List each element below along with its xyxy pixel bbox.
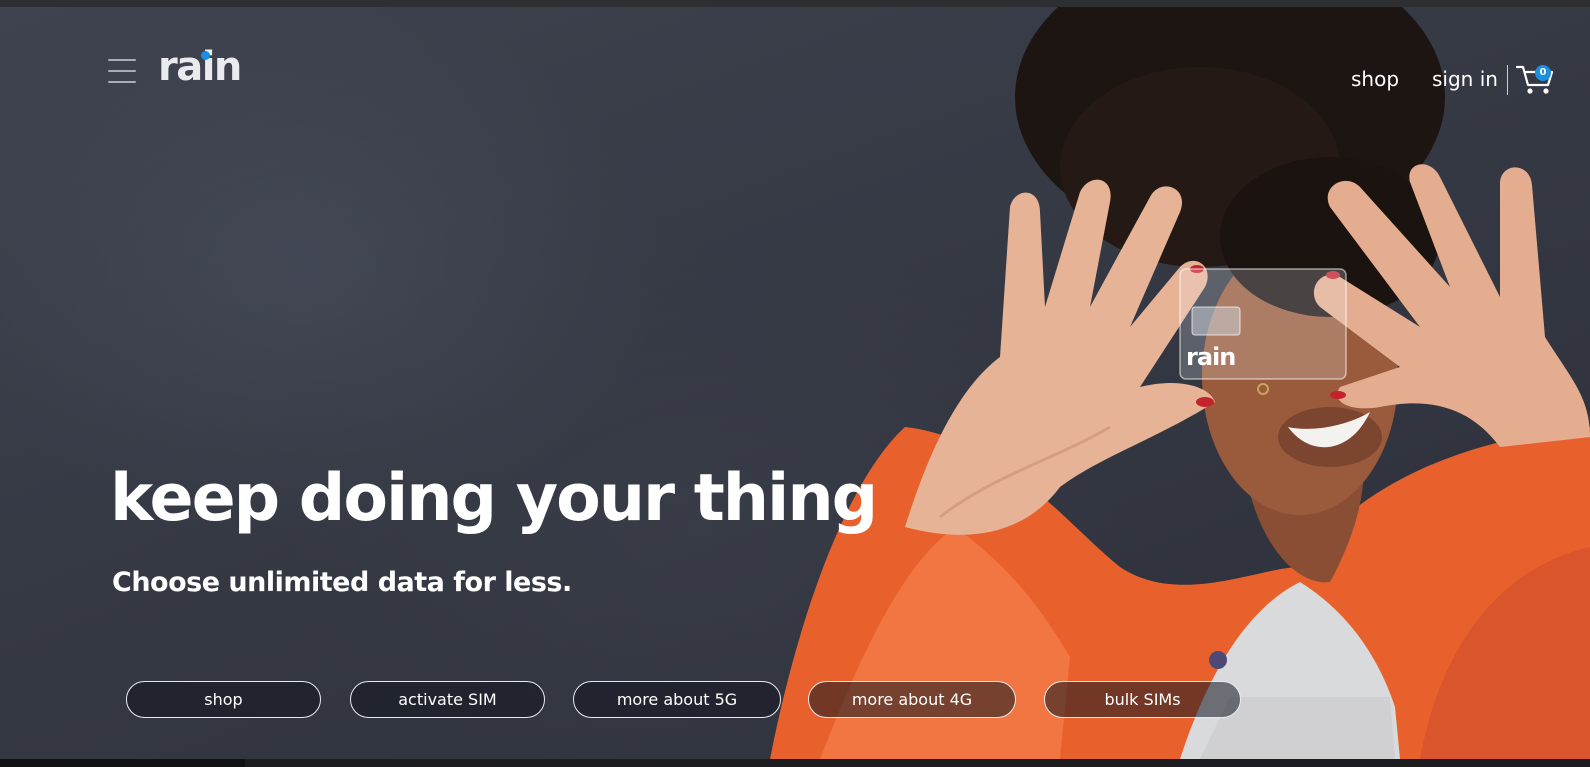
hero-subheadline: Choose unlimited data for less. bbox=[112, 567, 572, 598]
activate-sim-button[interactable]: activate SIM bbox=[350, 681, 545, 718]
bottom-strip-segment bbox=[245, 759, 1590, 767]
hero-photo bbox=[770, 7, 1590, 759]
hero-headline: keep doing your thing bbox=[110, 461, 878, 536]
bulk-sims-button[interactable]: bulk SIMs bbox=[1044, 681, 1241, 718]
bottom-strip bbox=[0, 759, 1590, 767]
shop-button[interactable]: shop bbox=[126, 681, 321, 718]
shopping-cart-icon[interactable]: 0 bbox=[1515, 63, 1554, 97]
more-about-4g-button[interactable]: more about 4G bbox=[808, 681, 1016, 718]
more-about-5g-button[interactable]: more about 5G bbox=[573, 681, 781, 718]
cart-count-badge: 0 bbox=[1535, 65, 1551, 81]
hero-banner: rain rain shop sign in 0 keep doing your… bbox=[0, 7, 1590, 759]
rain-logo[interactable]: rain bbox=[158, 43, 242, 91]
nav-sign-in-link[interactable]: sign in bbox=[1432, 65, 1498, 93]
top-strip bbox=[0, 0, 1590, 7]
sim-card-label: rain bbox=[1186, 343, 1236, 371]
nav-divider bbox=[1507, 65, 1508, 95]
nav-shop-link[interactable]: shop bbox=[1351, 65, 1399, 93]
hamburger-menu-icon[interactable] bbox=[108, 59, 136, 83]
logo-dot-icon bbox=[201, 51, 210, 60]
logo-text: rain bbox=[158, 44, 242, 90]
page: rain rain shop sign in 0 keep doing your… bbox=[0, 0, 1590, 767]
